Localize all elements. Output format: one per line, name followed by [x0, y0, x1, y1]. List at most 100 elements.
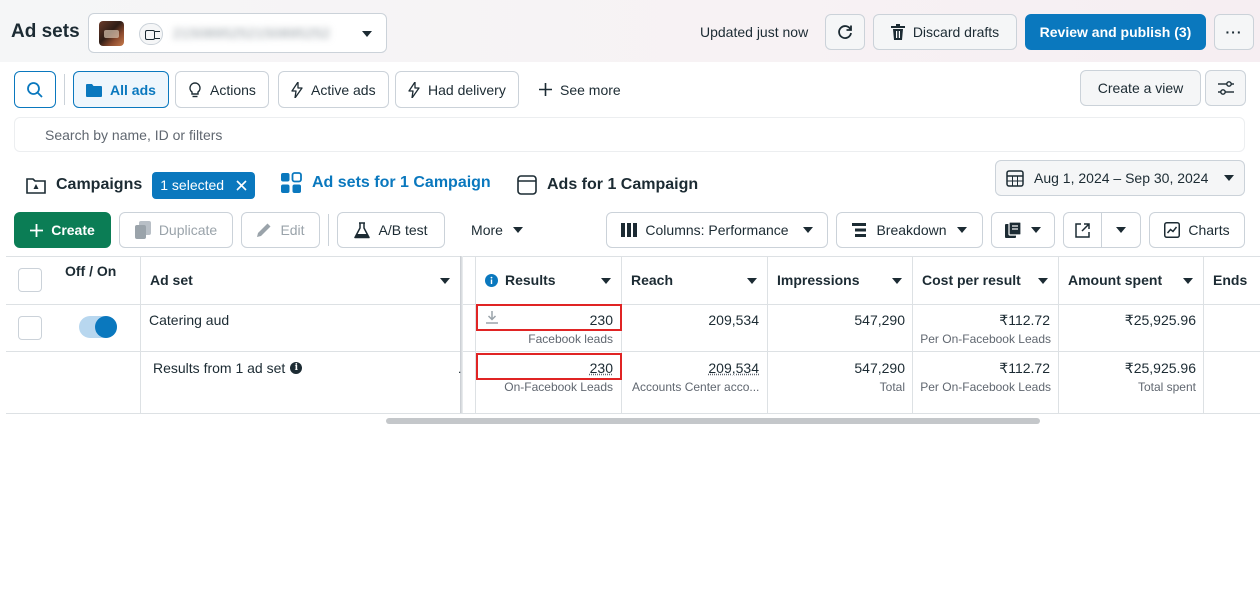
- account-id: 2150895252150895252: [173, 25, 331, 41]
- search-button[interactable]: [14, 71, 56, 108]
- more-actions-button[interactable]: More: [457, 212, 537, 248]
- duplicate-button[interactable]: Duplicate: [119, 212, 233, 248]
- breakdown-selector[interactable]: Breakdown: [836, 212, 983, 248]
- chevron-down-icon: [802, 227, 813, 233]
- chevron-down-icon: [892, 278, 902, 284]
- reach-header-label: Reach: [631, 272, 674, 288]
- column-header-impressions[interactable]: Impressions: [767, 256, 912, 304]
- campaign-folder-icon: [26, 178, 46, 194]
- flask-icon: [354, 221, 371, 238]
- export-icon: [1075, 222, 1090, 238]
- reports-icon: [1005, 222, 1021, 238]
- summary-results-type: On-Facebook Leads: [504, 380, 613, 394]
- column-header-amount-spent[interactable]: Amount spent: [1058, 256, 1203, 304]
- columns-selector[interactable]: Columns: Performance: [606, 212, 828, 248]
- summary-results-highlight: [476, 353, 622, 380]
- search-input[interactable]: Search by name, ID or filters: [14, 117, 1245, 152]
- filter-active-ads-label: Active ads: [311, 81, 376, 98]
- grid-icon: [281, 172, 302, 193]
- chevron-down-icon: [747, 278, 757, 284]
- filter-had-delivery[interactable]: Had delivery: [395, 71, 519, 108]
- close-icon[interactable]: [236, 179, 247, 191]
- create-label: Create: [51, 222, 95, 238]
- impressions-header-label: Impressions: [777, 272, 860, 288]
- more-options-button[interactable]: ···: [1214, 14, 1254, 50]
- horizontal-scrollbar[interactable]: [386, 418, 1040, 424]
- create-button[interactable]: Create: [14, 212, 111, 248]
- duplicate-icon: [134, 221, 151, 239]
- create-view-button[interactable]: Create a view: [1080, 70, 1201, 106]
- summary-reach-type: Accounts Center acco...: [632, 380, 760, 394]
- ad-set-toggle[interactable]: [79, 316, 117, 338]
- column-header-ends[interactable]: Ends: [1203, 256, 1260, 304]
- info-icon[interactable]: i: [290, 362, 303, 374]
- edit-button[interactable]: Edit: [241, 212, 320, 248]
- trash-icon: [890, 24, 905, 40]
- reach-value: 209,534: [708, 312, 759, 328]
- cost-header-label: Cost per result: [922, 272, 1021, 288]
- chevron-down-icon: [512, 227, 523, 233]
- tab-ads[interactable]: Ads for 1 Campaign: [505, 164, 703, 206]
- plus-icon: [539, 83, 552, 96]
- column-header-toggle[interactable]: Off / On: [55, 262, 135, 302]
- discard-drafts-button[interactable]: Discard drafts: [873, 14, 1017, 50]
- lightning-icon: [291, 81, 303, 98]
- filter-divider: [64, 74, 65, 105]
- summary-reach-value[interactable]: 209,534: [630, 360, 759, 376]
- export-dropdown[interactable]: [1102, 213, 1140, 247]
- reports-button[interactable]: [991, 212, 1055, 248]
- column-header-reach[interactable]: Reach: [621, 256, 767, 304]
- column-header-cost-per-result[interactable]: Cost per result: [912, 256, 1058, 304]
- chevron-down-icon: [956, 227, 967, 233]
- results-type: Facebook leads: [528, 332, 613, 346]
- select-all-checkbox[interactable]: [18, 268, 42, 292]
- filter-settings-button[interactable]: [1205, 70, 1246, 106]
- table-bottom-divider: [6, 413, 1260, 414]
- tab-ad-sets[interactable]: Ad sets for 1 Campaign: [268, 160, 497, 206]
- discard-label: Discard drafts: [912, 24, 1000, 40]
- review-and-publish-button[interactable]: Review and publish (3): [1025, 14, 1206, 50]
- chevron-down-icon: [1116, 227, 1126, 233]
- tab-campaigns-label: Campaigns: [56, 176, 143, 193]
- summary-spent-type: Total spent: [1137, 380, 1196, 394]
- ad-account-selector[interactable]: 2150895252150895252: [88, 13, 387, 53]
- breakdown-label: Breakdown: [876, 222, 947, 238]
- summary-impressions-value: 547,290: [854, 360, 905, 376]
- chevron-down-icon: [362, 31, 372, 37]
- chevron-down-icon: [440, 278, 450, 284]
- lightning-icon: [408, 81, 420, 98]
- tab-campaigns[interactable]: Campaigns 1 selected: [14, 164, 260, 206]
- cost-per-result-type: Per On-Facebook Leads: [920, 332, 1051, 346]
- export-icon-button[interactable]: [1064, 213, 1102, 247]
- columns-icon: [621, 223, 638, 237]
- filter-actions[interactable]: Actions: [175, 71, 269, 108]
- filter-all-ads[interactable]: All ads: [73, 71, 169, 108]
- business-account-icon: [139, 23, 163, 45]
- refresh-button[interactable]: [825, 14, 865, 50]
- breakdown-icon: [852, 223, 867, 237]
- impressions-value: 547,290: [854, 312, 905, 328]
- filter-active-ads[interactable]: Active ads: [278, 71, 389, 108]
- ad-set-name-link[interactable]: Catering aud: [149, 312, 229, 328]
- calendar-icon: [1006, 170, 1024, 187]
- column-header-results[interactable]: Results: [475, 256, 621, 304]
- results-highlight: [476, 304, 622, 331]
- chevron-down-icon: [1183, 278, 1193, 284]
- see-more-label: See more: [560, 81, 621, 98]
- export-button[interactable]: [1063, 212, 1141, 248]
- selected-count: 1 selected: [160, 177, 225, 193]
- selected-badge[interactable]: 1 selected: [152, 171, 256, 199]
- more-label: More: [471, 222, 503, 238]
- chevron-down-icon: [1224, 175, 1235, 181]
- spent-header-label: Amount spent: [1068, 272, 1163, 288]
- see-more-filters[interactable]: See more: [527, 71, 633, 108]
- column-header-ad-set[interactable]: Ad set: [140, 256, 460, 304]
- duplicate-label: Duplicate: [158, 222, 218, 238]
- charts-button[interactable]: Charts: [1149, 212, 1245, 248]
- ab-test-label: A/B test: [378, 222, 428, 238]
- row-checkbox[interactable]: [18, 316, 42, 340]
- charts-label: Charts: [1188, 222, 1230, 238]
- ab-test-button[interactable]: A/B test: [337, 212, 445, 248]
- date-range-picker[interactable]: Aug 1, 2024 – Sep 30, 2024: [995, 160, 1245, 196]
- tab-ads-label: Ads for 1 Campaign: [547, 176, 699, 193]
